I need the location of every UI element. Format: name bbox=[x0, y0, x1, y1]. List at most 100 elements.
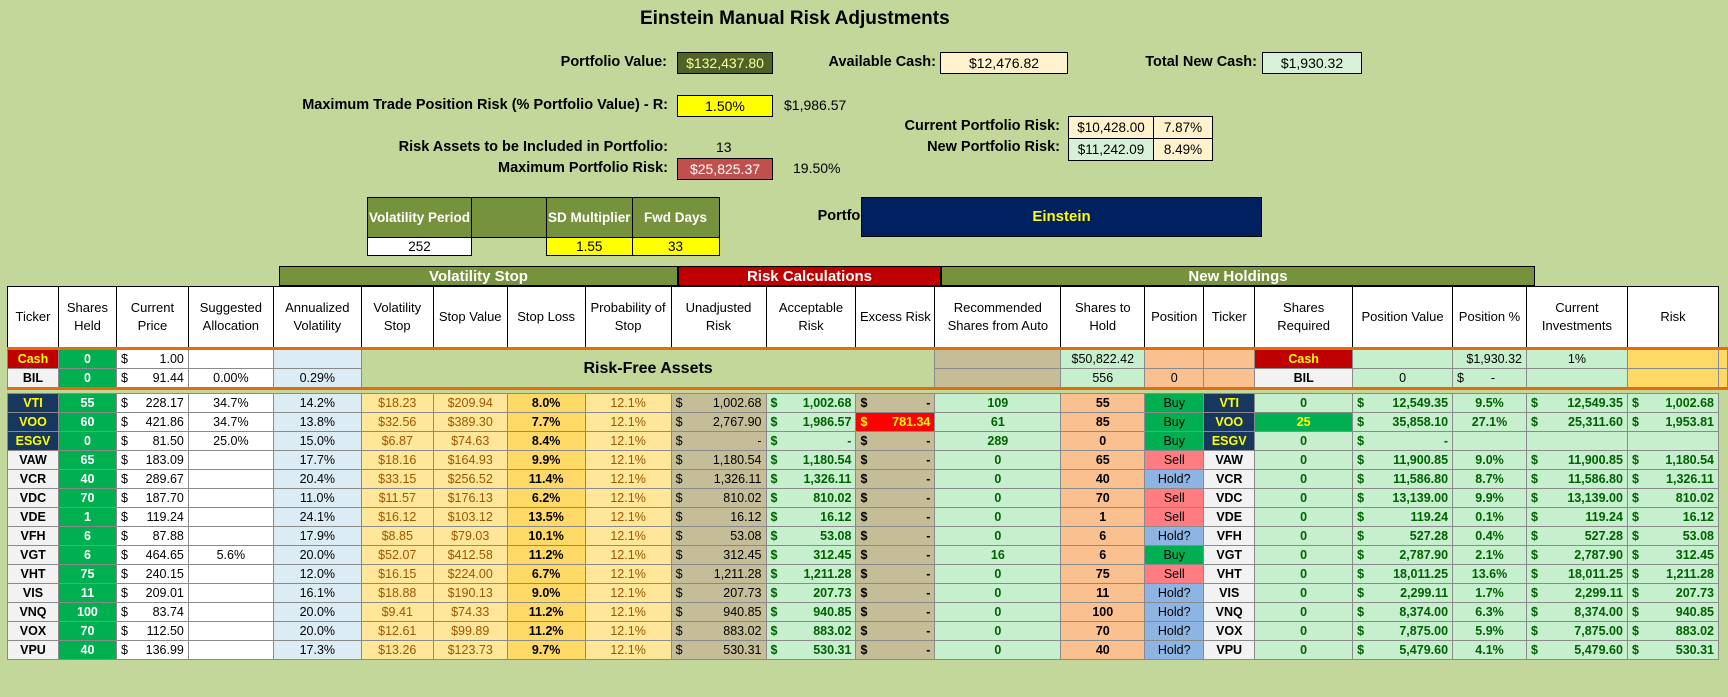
vol-cell[interactable]: 13.8% bbox=[272, 412, 362, 432]
ticker2-cell[interactable]: VFH bbox=[1203, 526, 1256, 546]
rec-cell[interactable]: 0 bbox=[934, 583, 1062, 603]
hold-cell[interactable]: 75 bbox=[1060, 564, 1146, 584]
hold-cell[interactable]: 6 bbox=[1060, 526, 1146, 546]
excess-risk-cell[interactable]: $ - bbox=[855, 583, 936, 603]
ticker2-cell[interactable]: VNQ bbox=[1203, 602, 1256, 622]
unadj-risk-cell[interactable]: $940.85 bbox=[670, 602, 767, 622]
ci-cell[interactable] bbox=[1626, 348, 1720, 369]
risk-cell[interactable]: $1,002.68 bbox=[1626, 393, 1720, 413]
ticker-cell[interactable]: VAW bbox=[7, 450, 59, 470]
vol-stop-cell[interactable]: $16.15 bbox=[360, 564, 434, 584]
posval-cell[interactable]: $119.24 bbox=[1352, 507, 1454, 527]
vol-stop-cell[interactable]: $8.85 bbox=[360, 526, 434, 546]
column-header[interactable]: Position % bbox=[1452, 286, 1527, 349]
ticker2-cell[interactable]: VPU bbox=[1203, 640, 1256, 660]
stop-loss-cell[interactable]: 9.0% bbox=[506, 583, 586, 603]
cur-inv-cell[interactable]: $2,299.11 bbox=[1526, 583, 1628, 603]
vol-stop-cell[interactable]: $11.57 bbox=[360, 488, 434, 508]
hold-cell[interactable]: 1 bbox=[1060, 507, 1146, 527]
position-cell[interactable]: Sell bbox=[1144, 450, 1205, 470]
stop-loss-cell[interactable]: 11.2% bbox=[506, 545, 586, 565]
prob-cell[interactable]: 12.1% bbox=[584, 431, 672, 451]
excess-risk-cell[interactable]: $ - bbox=[855, 526, 936, 546]
vol-stop-cell[interactable]: $18.16 bbox=[360, 450, 434, 470]
ticker-cell[interactable]: Cash bbox=[7, 348, 59, 369]
price-cell[interactable]: $91.44 bbox=[115, 368, 189, 389]
shares-cell[interactable]: 0 bbox=[57, 431, 117, 451]
shares-cell[interactable]: 75 bbox=[57, 564, 117, 584]
acc-risk-cell[interactable]: $883.02 bbox=[765, 621, 857, 641]
vol-stop-cell[interactable]: $9.41 bbox=[360, 602, 434, 622]
ticker2-cell[interactable]: VGT bbox=[1203, 545, 1256, 565]
shares-cell[interactable]: 11 bbox=[57, 583, 117, 603]
column-header[interactable]: Unadjusted Risk bbox=[670, 286, 767, 349]
shares-cell[interactable]: 1 bbox=[57, 507, 117, 527]
hold-cell[interactable]: 55 bbox=[1060, 393, 1146, 413]
rec-cell[interactable]: 61 bbox=[934, 412, 1062, 432]
vol-stop-cell[interactable]: $33.15 bbox=[360, 469, 434, 489]
column-header[interactable]: Ticker bbox=[1203, 286, 1256, 349]
column-header[interactable]: Current Price bbox=[115, 286, 189, 349]
pospct-cell[interactable]: 2.1% bbox=[1452, 545, 1527, 565]
price-cell[interactable]: $464.65 bbox=[115, 545, 189, 565]
excess-risk-cell[interactable]: $ - bbox=[855, 564, 936, 584]
unadj-risk-cell[interactable]: $1,326.11 bbox=[670, 469, 767, 489]
ticker-cell[interactable]: VHT bbox=[7, 564, 59, 584]
stop-loss-cell[interactable]: 13.5% bbox=[506, 507, 586, 527]
pospct-cell[interactable]: 0.1% bbox=[1452, 507, 1527, 527]
vol-cell[interactable]: 16.1% bbox=[272, 583, 362, 603]
stop-value-cell[interactable]: $99.89 bbox=[432, 621, 508, 641]
shares-cell[interactable]: 0 bbox=[57, 348, 117, 369]
risk-cell[interactable]: $16.12 bbox=[1626, 507, 1720, 527]
price-cell[interactable]: $228.17 bbox=[115, 393, 189, 413]
shares-cell[interactable]: 70 bbox=[57, 488, 117, 508]
acc-risk-cell[interactable]: $ - bbox=[765, 431, 857, 451]
req-cell[interactable]: 0 bbox=[1254, 545, 1354, 565]
cur-inv-cell[interactable]: $119.24 bbox=[1526, 507, 1628, 527]
rec-cell[interactable]: 0 bbox=[934, 469, 1062, 489]
shares-cell[interactable]: 55 bbox=[57, 393, 117, 413]
hold-cell[interactable]: 40 bbox=[1060, 640, 1146, 660]
price-cell[interactable]: $240.15 bbox=[115, 564, 189, 584]
alloc-cell[interactable] bbox=[187, 564, 274, 584]
position-cell[interactable]: Buy bbox=[1144, 545, 1205, 565]
vol-cell[interactable]: 0.29% bbox=[272, 368, 362, 389]
rec-cell[interactable]: 0 bbox=[934, 640, 1062, 660]
risk-free-assets-label[interactable]: Risk-Free Assets bbox=[360, 348, 936, 389]
shares-cell[interactable]: 100 bbox=[57, 602, 117, 622]
risk-cell[interactable]: $810.02 bbox=[1626, 488, 1720, 508]
stop-value-cell[interactable]: $224.00 bbox=[432, 564, 508, 584]
ticker-cell[interactable]: BIL bbox=[7, 368, 59, 389]
alloc-cell[interactable]: 0.00% bbox=[187, 368, 274, 389]
portfolio-value[interactable]: $132,437.80 bbox=[677, 52, 773, 74]
pospct-cell[interactable]: 27.1% bbox=[1452, 412, 1527, 432]
stop-loss-cell[interactable]: 11.2% bbox=[506, 621, 586, 641]
position-cell[interactable]: Sell bbox=[1144, 507, 1205, 527]
risk-cell[interactable] bbox=[1626, 431, 1720, 451]
max-trade-risk-pct[interactable]: 1.50% bbox=[677, 95, 773, 117]
posval-cell[interactable]: $35,858.10 bbox=[1352, 412, 1454, 432]
posval-cell[interactable]: $1,930.32 bbox=[1452, 348, 1527, 369]
alloc-cell[interactable] bbox=[187, 621, 274, 641]
excess-risk-cell[interactable]: $ - bbox=[855, 450, 936, 470]
unadj-risk-cell[interactable]: $ - bbox=[670, 431, 767, 451]
hold-cell[interactable]: 0 bbox=[1144, 368, 1205, 389]
excess-risk-cell[interactable]: $ - bbox=[855, 431, 936, 451]
cur-inv-cell[interactable] bbox=[1526, 431, 1628, 451]
excess-risk-cell[interactable]: $ - bbox=[855, 507, 936, 527]
alloc-cell[interactable] bbox=[187, 469, 274, 489]
pospct-cell[interactable]: 4.1% bbox=[1452, 640, 1527, 660]
pospct-cell[interactable]: 5.9% bbox=[1452, 621, 1527, 641]
alloc-cell[interactable] bbox=[187, 507, 274, 527]
price-cell[interactable]: $112.50 bbox=[115, 621, 189, 641]
column-header[interactable]: Ticker bbox=[7, 286, 59, 349]
stop-loss-cell[interactable]: 8.4% bbox=[506, 431, 586, 451]
hold-cell[interactable]: 6 bbox=[1060, 545, 1146, 565]
column-header[interactable]: Volatility Stop bbox=[360, 286, 434, 349]
ticker2-cell[interactable]: BIL bbox=[1254, 368, 1354, 389]
column-header[interactable]: Excess Risk bbox=[855, 286, 936, 349]
vol-stop-cell[interactable]: $16.12 bbox=[360, 507, 434, 527]
rec-cell[interactable]: 0 bbox=[934, 450, 1062, 470]
ticker-cell[interactable]: VDC bbox=[7, 488, 59, 508]
unadj-risk-cell[interactable]: $16.12 bbox=[670, 507, 767, 527]
